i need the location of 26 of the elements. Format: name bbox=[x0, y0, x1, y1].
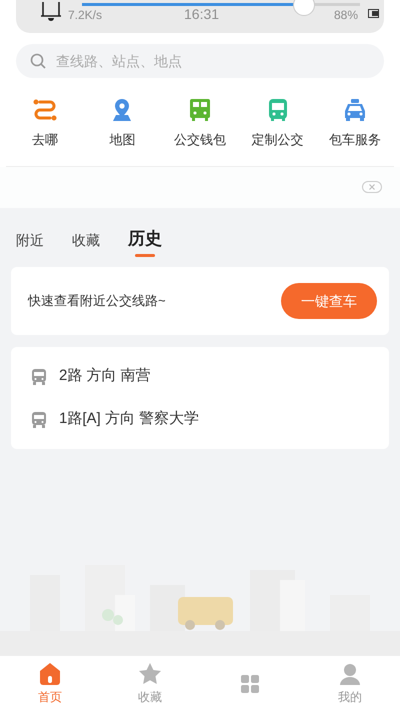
tab[interactable]: 历史 bbox=[128, 226, 162, 257]
user-icon bbox=[338, 662, 362, 686]
close-icon[interactable] bbox=[362, 181, 382, 193]
bus-icon bbox=[31, 411, 47, 428]
route-icon bbox=[32, 98, 58, 122]
network-speed: 7.2K/s bbox=[68, 7, 102, 24]
history-route[interactable]: 1路[A] 方向 警察大学 bbox=[59, 408, 200, 431]
grid-icon bbox=[239, 672, 261, 694]
shortcut-label[interactable]: 公交钱包 bbox=[174, 130, 226, 150]
shortcut-label[interactable]: 包车服务 bbox=[329, 130, 382, 150]
bus-icon bbox=[31, 368, 47, 385]
shortcut-label[interactable]: 地图 bbox=[109, 130, 136, 150]
tab[interactable]: 附近 bbox=[16, 230, 44, 257]
hint-text: 快速查看附近公交线路~ bbox=[28, 292, 166, 310]
status-time: 16:31 bbox=[184, 5, 220, 24]
battery-icon bbox=[368, 9, 380, 18]
shortcut-label[interactable]: 去哪 bbox=[32, 130, 58, 150]
tab[interactable]: 收藏 bbox=[72, 230, 100, 257]
search-icon bbox=[30, 53, 46, 69]
star-icon bbox=[138, 662, 162, 686]
bus-card-icon bbox=[188, 98, 212, 122]
history-route[interactable]: 2路 方向 南营 bbox=[59, 365, 151, 388]
battery-percent: 88% bbox=[334, 7, 358, 24]
home-icon bbox=[38, 662, 62, 686]
shortcut-label[interactable]: 定制公交 bbox=[252, 130, 304, 150]
bell-icon bbox=[40, 2, 62, 22]
